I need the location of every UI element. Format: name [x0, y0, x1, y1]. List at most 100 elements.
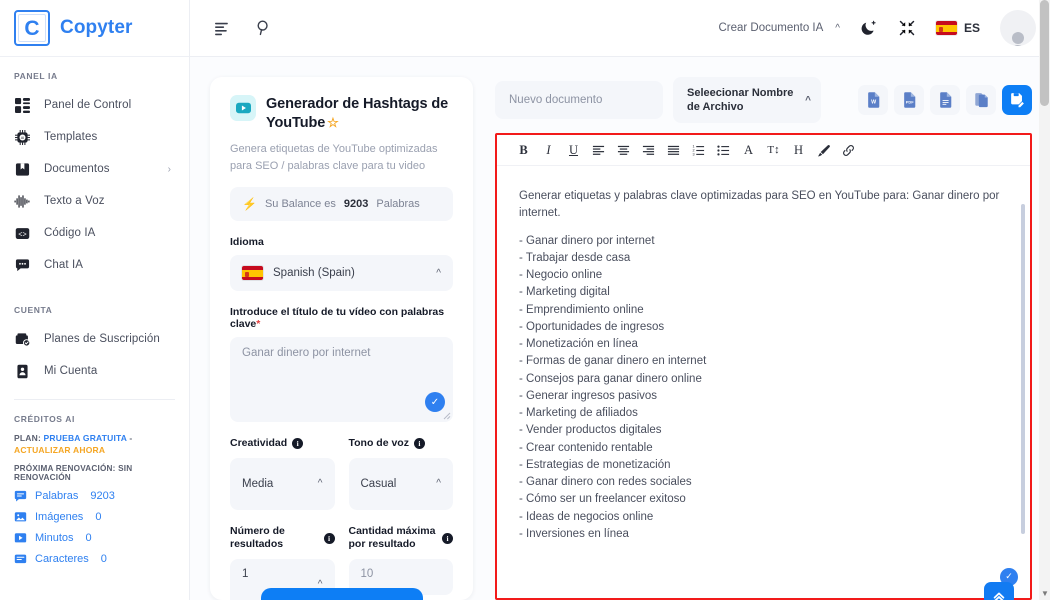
menu-align-icon[interactable] — [214, 20, 231, 37]
favorite-star-icon[interactable]: ☆ — [327, 115, 339, 130]
editor-line: - Oportunidades de ingresos — [519, 320, 665, 333]
credit-name: Minutos — [35, 532, 74, 545]
link-icon[interactable] — [836, 138, 861, 162]
file-name-select[interactable]: Seleecionar Nombre de Archivo ^ — [673, 77, 821, 123]
compress-icon[interactable] — [898, 19, 916, 37]
sidebar-item-codigo-ia[interactable]: <> Código IA — [0, 217, 189, 249]
renewal-line: PRÓXIMA RENOVACIÓN: SIN RENOVACIÓN — [14, 463, 133, 482]
sidebar-item-label: Texto a Voz — [44, 195, 105, 207]
svg-text:<>: <> — [18, 231, 26, 239]
editor-content[interactable]: Generar etiquetas y palabras clave optim… — [497, 166, 1030, 598]
italic-icon[interactable]: I — [536, 138, 561, 162]
sidebar-item-label: Documentos — [44, 163, 110, 175]
plan-upgrade-link[interactable]: ACTUALIZAR AHORA — [14, 445, 105, 455]
creativity-tone-row: Creatividad i Media ^ Tono de voz i Casu… — [230, 422, 453, 510]
editor-scrollbar[interactable] — [1021, 204, 1025, 534]
sidebar-item-texto-a-voz[interactable]: Texto a Voz — [0, 185, 189, 217]
copy-button[interactable] — [966, 85, 996, 115]
editor-line: - Ganar dinero por internet — [519, 234, 655, 247]
editor-line: - Estrategias de monetización — [519, 458, 671, 471]
creativity-value: Media — [242, 477, 274, 490]
page-scrollbar[interactable]: ▼ — [1039, 0, 1050, 600]
spain-flag-icon — [935, 21, 957, 35]
credit-row-minutos: Minutos 0 — [14, 532, 175, 545]
tone-select[interactable]: Casual ^ — [348, 457, 453, 510]
brand[interactable]: C Copyter — [0, 0, 189, 57]
editor-line: - Cómo ser un freelancer exitoso — [519, 493, 686, 506]
results-value: 1 — [242, 568, 249, 581]
brush-icon[interactable] — [811, 138, 836, 162]
document-toolbar: Nuevo documento Seleecionar Nombre de Ar… — [495, 77, 1032, 123]
info-icon[interactable]: i — [413, 438, 425, 450]
avatar[interactable] — [1000, 10, 1036, 46]
dashboard-icon — [14, 97, 30, 113]
create-document-ia-button[interactable]: Crear Documento IA — [718, 22, 823, 34]
info-icon[interactable]: i — [323, 532, 335, 544]
words-icon — [14, 490, 27, 503]
credit-value: 0 — [95, 511, 102, 524]
max-per-result-field: Cantidad máxima por resultado i 10 — [348, 510, 453, 600]
sidebar-item-templates[interactable]: AI Templates — [0, 121, 189, 153]
info-icon[interactable]: i — [442, 532, 453, 544]
align-right-icon[interactable] — [636, 138, 661, 162]
editor-line: - Consejos para ganar dinero online — [519, 372, 702, 385]
export-word-button[interactable]: W — [858, 85, 888, 115]
topbar: Crear Documento IA ^ ES — [190, 0, 1050, 57]
underline-icon[interactable]: U — [561, 138, 586, 162]
save-document-button[interactable] — [1002, 85, 1032, 115]
credit-name: Caracteres — [35, 553, 89, 566]
video-title-textarea[interactable]: Ganar dinero por internet ✓ — [230, 337, 453, 423]
brand-logo-letter: C — [24, 16, 40, 40]
chevron-right-icon: › — [167, 163, 171, 175]
chevron-up-icon: ^ — [436, 267, 441, 279]
font-size-icon[interactable]: T↕ — [761, 138, 786, 162]
align-left-icon[interactable] — [586, 138, 611, 162]
align-center-icon[interactable] — [611, 138, 636, 162]
bold-icon[interactable]: B — [511, 138, 536, 162]
scroll-to-top-button[interactable] — [984, 582, 1014, 600]
editor-line: - Vender productos digitales — [519, 424, 662, 437]
ordered-list-icon[interactable]: 123 — [686, 138, 711, 162]
sidebar: C Copyter PANEL IA Panel de Control AI T… — [0, 0, 190, 600]
moon-dark-mode-icon[interactable] — [860, 19, 878, 37]
info-icon[interactable]: i — [292, 438, 304, 450]
generate-submit-button[interactable] — [260, 588, 423, 600]
sidebar-item-planes-de-suscripcion[interactable]: Planes de Suscripción — [0, 323, 189, 355]
heading-icon[interactable]: H — [786, 138, 811, 162]
font-color-icon[interactable]: A — [736, 138, 761, 162]
form-card-title: Generador de Hashtags de YouTube ☆ — [266, 95, 453, 132]
sidebar-item-documentos[interactable]: Documentos › — [0, 153, 189, 185]
confirm-check-icon[interactable]: ✓ — [425, 392, 445, 413]
form-title-text: Generador de Hashtags de YouTube — [266, 96, 449, 131]
editor-line: - Ideas de negocios online — [519, 510, 654, 523]
language-selector[interactable]: ES — [935, 21, 980, 35]
editor-line: - Monetización en línea — [519, 338, 638, 350]
document-name-input[interactable]: Nuevo documento — [495, 81, 663, 119]
credit-row-imagenes: Imágenes 0 — [14, 511, 175, 524]
creativity-select[interactable]: Media ^ — [230, 457, 335, 510]
resize-grip-icon[interactable] — [442, 411, 451, 420]
export-pdf-button[interactable]: PDF — [894, 85, 924, 115]
export-text-button[interactable] — [930, 85, 960, 115]
max-label-text: Cantidad máxima por resultado — [348, 524, 436, 551]
sidebar-section-creditos-ai: CRÉDITOS AI — [14, 414, 75, 424]
scrollbar-thumb[interactable] — [1040, 0, 1049, 106]
align-justify-icon[interactable] — [661, 138, 686, 162]
search-icon[interactable] — [255, 19, 273, 37]
bullet-list-icon[interactable] — [711, 138, 736, 162]
sidebar-item-label: Planes de Suscripción — [44, 333, 160, 345]
editor-line: - Marketing de afiliados — [519, 407, 638, 419]
sidebar-item-mi-cuenta[interactable]: Mi Cuenta — [0, 355, 189, 387]
max-per-result-label: Cantidad máxima por resultado i — [348, 524, 453, 552]
creativity-label: Creatividad i — [230, 437, 335, 451]
scrollbar-down-arrow-icon[interactable]: ▼ — [1041, 589, 1049, 598]
language-select-value: Spanish (Spain) — [273, 267, 355, 280]
language-select[interactable]: Spanish (Spain) ^ — [230, 255, 453, 292]
sidebar-item-chat-ia[interactable]: Chat IA — [0, 249, 189, 281]
plan-prefix: PLAN: — [14, 433, 41, 443]
chevron-up-icon[interactable]: ^ — [835, 23, 840, 34]
youtube-icon — [230, 95, 256, 121]
file-name-select-label: Seleecionar Nombre de Archivo — [687, 86, 794, 113]
sidebar-item-panel-de-control[interactable]: Panel de Control — [0, 89, 189, 121]
credit-value: 0 — [100, 553, 107, 566]
